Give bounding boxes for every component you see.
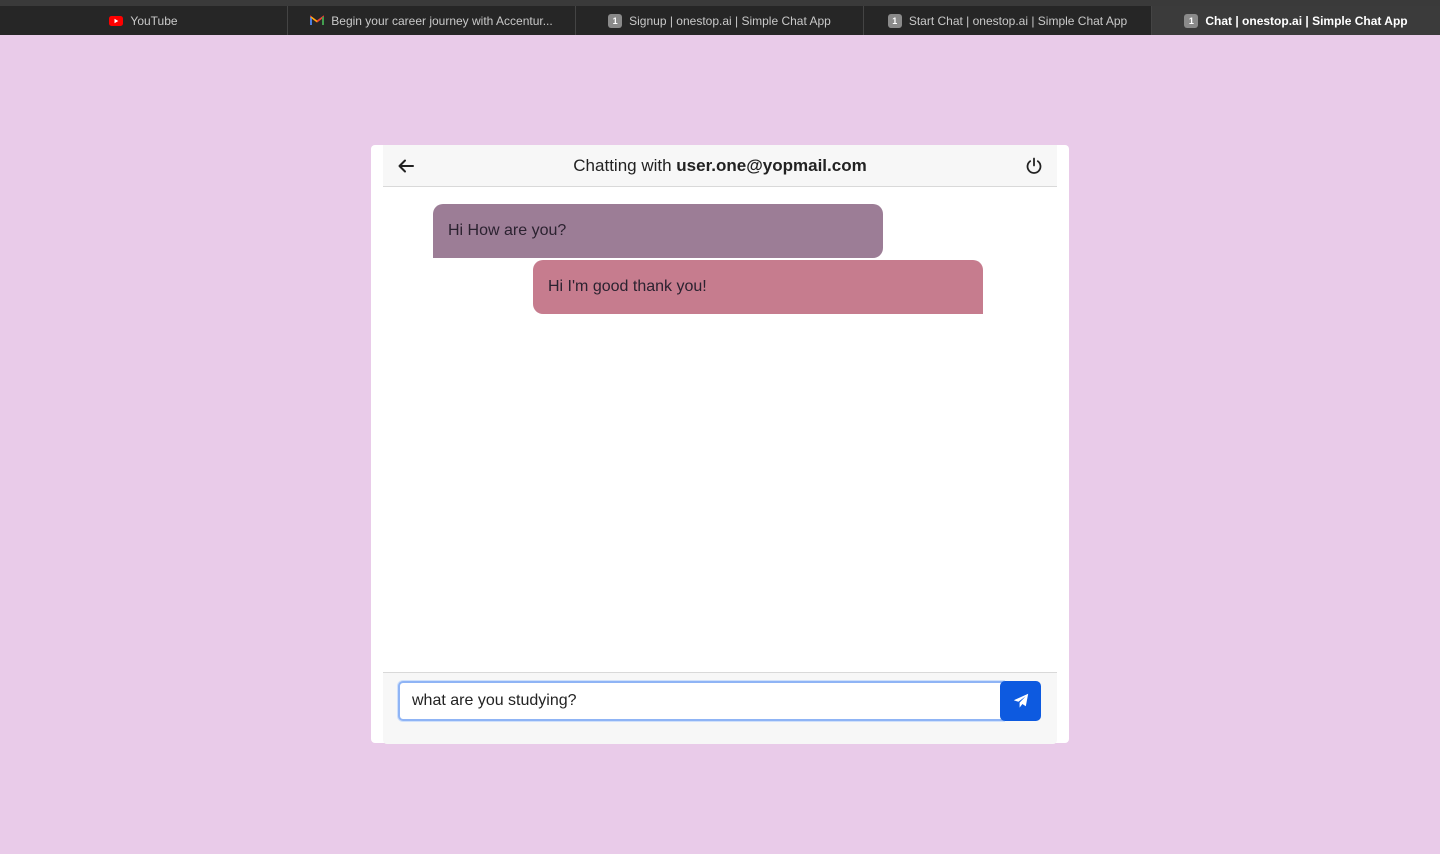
chat-card: Chatting with user.one@yopmail.com Hi Ho… [371,145,1069,744]
chat-title-prefix: Chatting with [573,155,672,175]
site-icon: 1 [608,13,623,28]
logout-button[interactable] [1021,153,1047,179]
send-button[interactable] [1000,681,1041,721]
tab-start-chat[interactable]: 1 Start Chat | onestop.ai | Simple Chat … [864,6,1152,35]
arrow-left-icon [398,159,414,173]
power-icon [1026,157,1042,174]
message-bubble-sent: Hi I'm good thank you! [533,260,983,314]
paper-plane-icon [1013,693,1028,708]
chat-title: Chatting with user.one@yopmail.com [573,156,866,176]
tab-gmail[interactable]: Begin your career journey with Accentur.… [288,6,576,35]
browser-tab-bar: YouTube Begin your career journey with A… [0,0,1440,35]
tab-label: Chat | onestop.ai | Simple Chat App [1205,13,1408,28]
youtube-icon [109,14,124,28]
tab-chat[interactable]: 1 Chat | onestop.ai | Simple Chat App [1152,6,1440,35]
tab-label: Begin your career journey with Accentur.… [331,13,553,28]
tab-label: Start Chat | onestop.ai | Simple Chat Ap… [908,13,1128,28]
tab-signup[interactable]: 1 Signup | onestop.ai | Simple Chat App [576,6,864,35]
chat-header: Chatting with user.one@yopmail.com [383,145,1057,187]
message-input[interactable] [398,681,1004,721]
site-icon: 1 [1184,13,1199,28]
chat-partner-email: user.one@yopmail.com [676,155,867,175]
site-icon: 1 [887,13,902,28]
message-text: Hi How are you? [448,222,567,239]
message-list[interactable]: Hi How are you? Hi I'm good thank you! [383,187,1057,672]
message-composer [383,672,1057,744]
message-text: Hi I'm good thank you! [548,278,707,295]
back-button[interactable] [393,153,419,179]
tab-label: Signup | onestop.ai | Simple Chat App [629,13,831,28]
tab-youtube[interactable]: YouTube [0,6,288,35]
gmail-icon [310,14,325,28]
message-bubble-received: Hi How are you? [433,204,883,258]
tab-label: YouTube [130,13,178,28]
